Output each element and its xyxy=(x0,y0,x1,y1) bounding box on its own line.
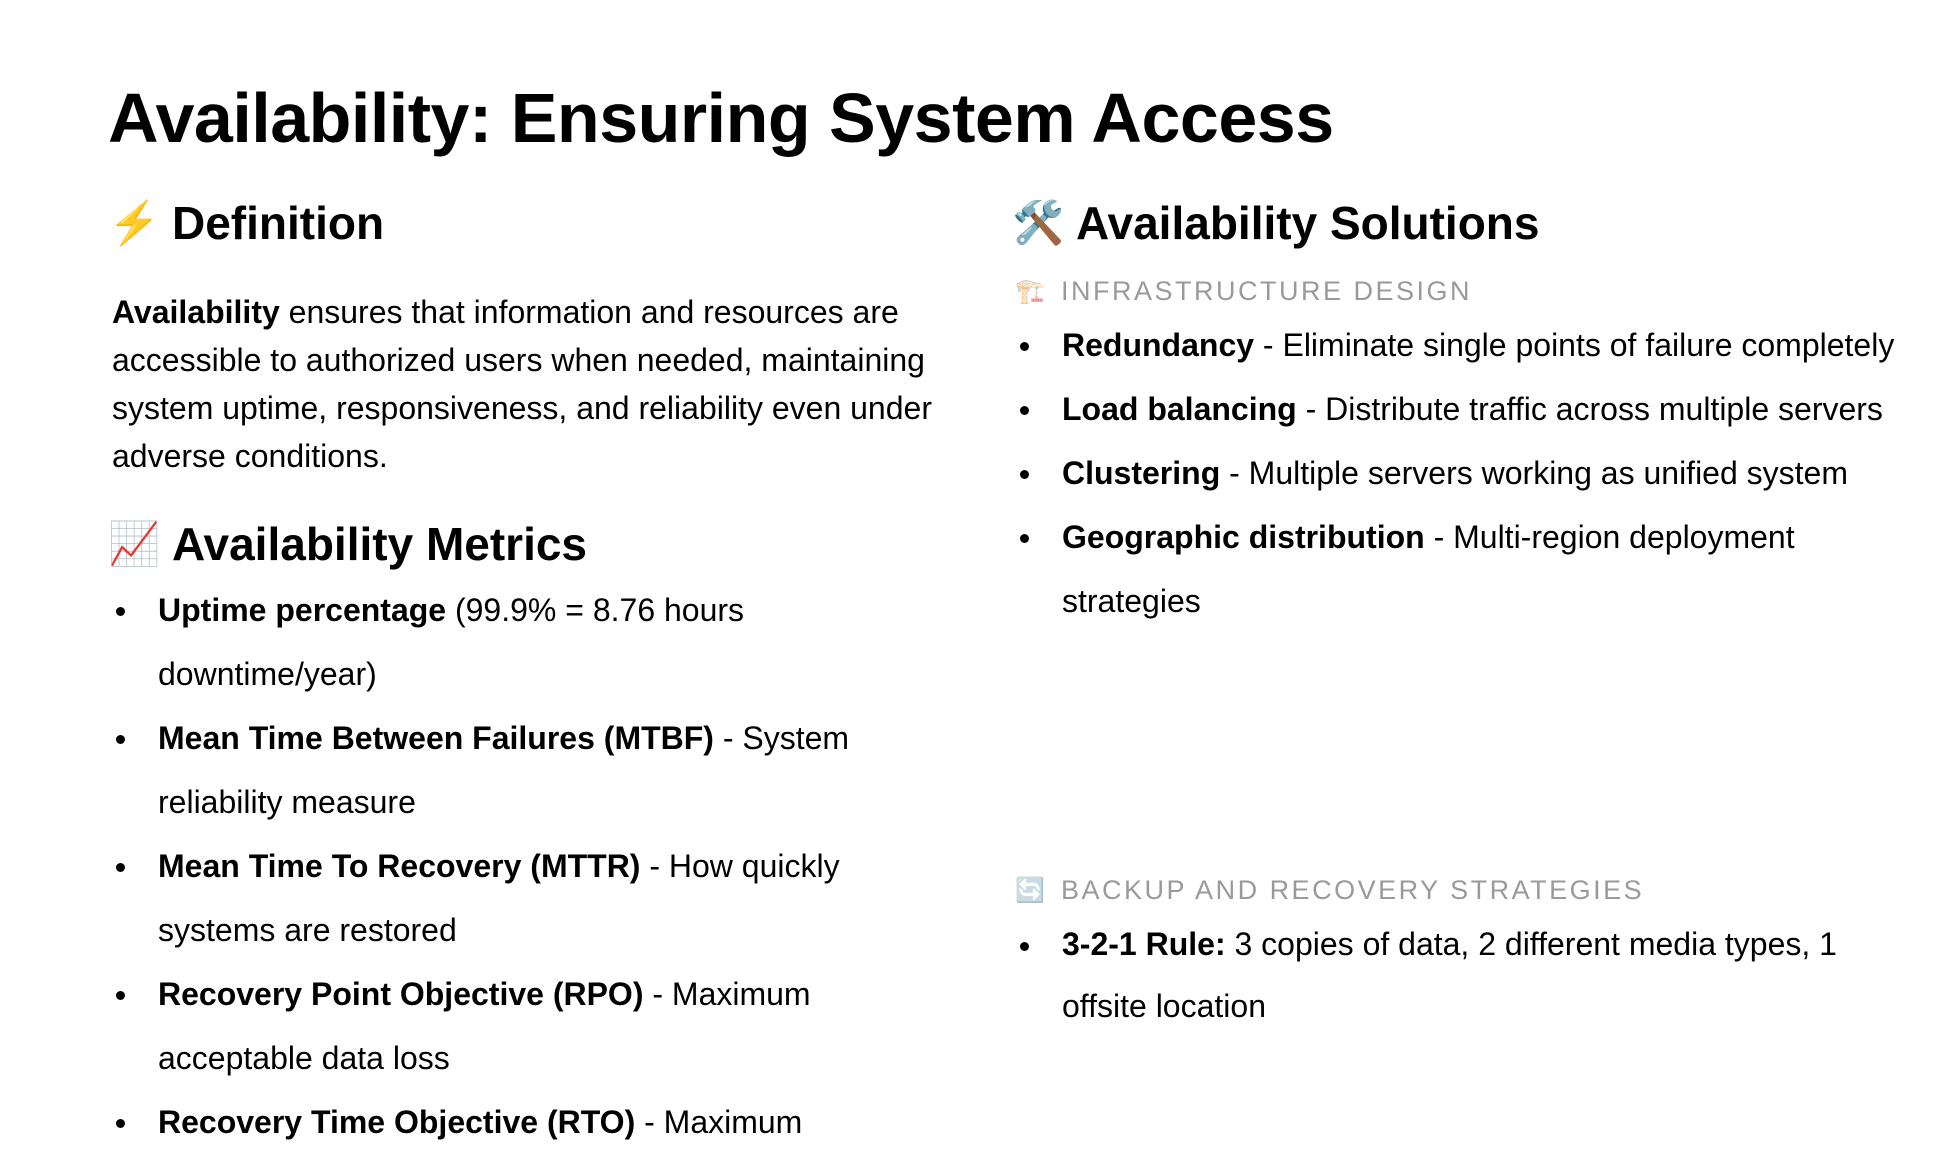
list-item: Uptime percentage (99.9% = 8.76 hours do… xyxy=(112,578,952,706)
lightning-icon: ⚡ xyxy=(108,198,161,246)
refresh-arrows-icon: 🔄 xyxy=(1015,877,1048,904)
list-item: Redundancy - Eliminate single points of … xyxy=(1016,313,1896,377)
list-item: Recovery Point Objective (RPO) - Maximum… xyxy=(112,962,952,1090)
construction-crane-icon: 🏗️ xyxy=(1015,278,1048,305)
definition-paragraph: Availability ensures that information an… xyxy=(112,294,932,474)
list-item: Mean Time To Recovery (MTTR) - How quick… xyxy=(112,834,952,962)
metrics-heading: 📈 Availability Metrics xyxy=(108,518,588,570)
list-item: Recovery Time Objective (RTO) - Maximum xyxy=(112,1090,952,1154)
list-item: Clustering - Multiple servers working as… xyxy=(1016,441,1896,505)
list-item: 3-2-1 Rule: 3 copies of data, 2 differen… xyxy=(1016,913,1896,1037)
list-item: Mean Time Between Failures (MTBF) - Syst… xyxy=(112,706,952,834)
infrastructure-list: Redundancy - Eliminate single points of … xyxy=(1016,313,1896,633)
definition-heading: ⚡ Definition xyxy=(108,197,385,249)
page-title: Availability: Ensuring System Access xyxy=(108,79,1334,157)
backup-list: 3-2-1 Rule: 3 copies of data, 2 differen… xyxy=(1016,913,1896,1037)
backup-label: 🔄 Backup and Recovery Strategies xyxy=(1015,875,1645,905)
hammer-and-wrench-icon: 🛠️ xyxy=(1012,198,1065,246)
solutions-heading: 🛠️ Availability Solutions xyxy=(1012,197,1540,249)
list-item: Load balancing - Distribute traffic acro… xyxy=(1016,377,1896,441)
chart-increasing-icon: 📈 xyxy=(108,519,161,567)
metrics-list: Uptime percentage (99.9% = 8.76 hours do… xyxy=(112,578,952,1154)
list-item: Geographic distribution - Multi-region d… xyxy=(1016,505,1896,633)
infrastructure-label: 🏗️ Infrastructure Design xyxy=(1015,276,1473,306)
